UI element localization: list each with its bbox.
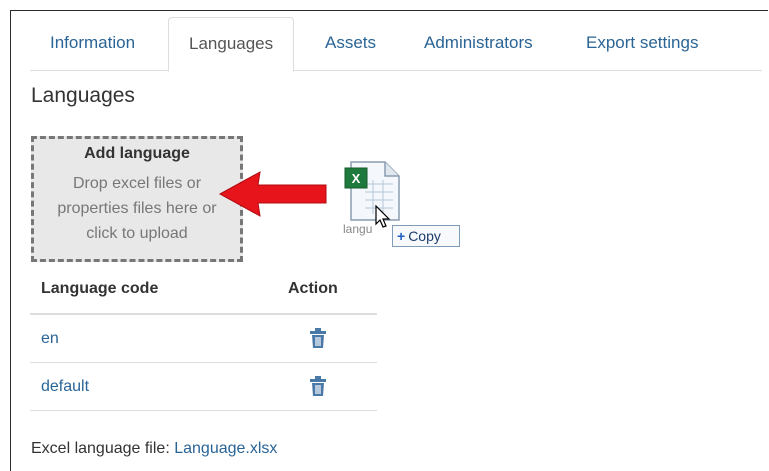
page-title: Languages (31, 84, 135, 107)
excel-file-link[interactable]: Language.xlsx (174, 440, 277, 457)
excel-file-icon[interactable]: X (343, 160, 401, 222)
dropzone-instructions: Drop excel files or properties files her… (57, 175, 217, 242)
plus-icon: + (397, 228, 406, 244)
tab-export-settings[interactable]: Export settings (566, 17, 718, 69)
language-dropzone[interactable]: Add language Drop excel files or propert… (31, 136, 243, 262)
trash-icon[interactable] (309, 327, 327, 349)
tab-assets[interactable]: Assets (305, 17, 396, 69)
tab-information[interactable]: Information (30, 17, 155, 69)
trash-icon[interactable] (309, 375, 327, 397)
excel-file-label: Excel language file: (31, 440, 170, 457)
tab-administrators[interactable]: Administrators (404, 17, 553, 69)
tab-bar: Information Languages Assets Administrat… (30, 17, 762, 72)
language-code-link[interactable]: en (41, 330, 59, 348)
language-table: Language code Action en default (30, 268, 377, 411)
copy-label: Copy (408, 228, 441, 244)
tab-languages[interactable]: Languages (168, 17, 295, 72)
drag-copy-badge: + Copy (392, 225, 460, 247)
svg-text:X: X (352, 171, 361, 186)
table-row: en (30, 315, 377, 363)
excel-file-footer: Excel language file: Language.xlsx (31, 440, 277, 458)
arrow-left-icon (218, 171, 327, 217)
table-row: default (30, 363, 377, 411)
mouse-cursor-icon (375, 205, 391, 228)
column-header-code: Language code (41, 280, 159, 297)
language-code-link[interactable]: default (41, 378, 89, 396)
dragged-file-label: langu (343, 222, 373, 236)
table-header: Language code Action (30, 268, 377, 315)
column-header-action: Action (288, 280, 338, 297)
dropzone-title: Add language (84, 145, 190, 162)
